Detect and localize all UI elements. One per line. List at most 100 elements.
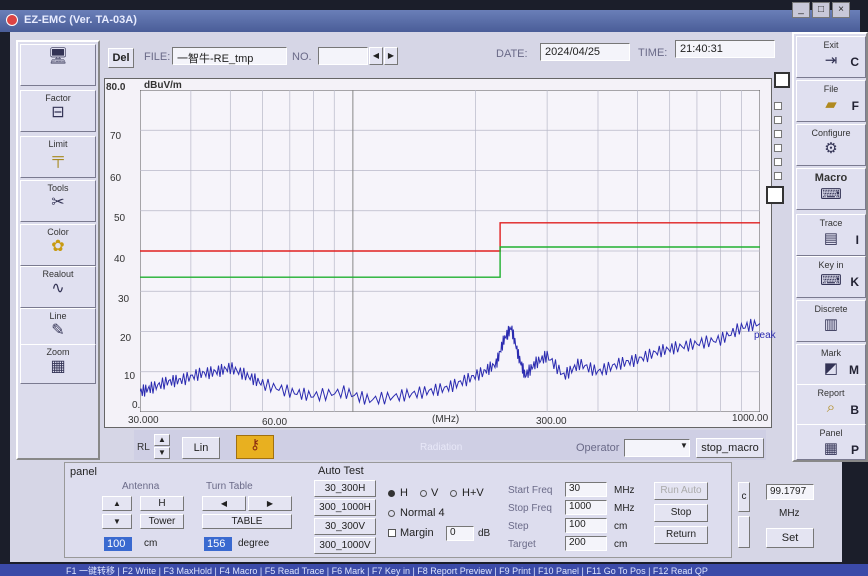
date-field[interactable]: 2024/04/25	[540, 43, 630, 61]
right-tool-exit[interactable]: Exit ⇥ C	[796, 36, 866, 78]
hotkey-letter: F	[851, 99, 859, 113]
radio-v-label: V	[431, 487, 439, 499]
macro-icon: ⌨	[820, 186, 842, 203]
rl-up-button[interactable]: ▲	[154, 434, 170, 446]
minimize-button[interactable]: _	[792, 2, 810, 18]
antenna-up-button[interactable]: ▲	[102, 496, 132, 511]
right-tool-trace[interactable]: Trace ▤ I	[796, 214, 866, 256]
graph-toggle-box[interactable]	[766, 186, 784, 204]
graph-checkbox[interactable]	[774, 158, 782, 166]
turntable-label: Turn Table	[206, 481, 253, 492]
no-next-button[interactable]: ▶	[384, 47, 398, 65]
stop-button[interactable]: Stop	[654, 504, 708, 522]
c-button[interactable]: c	[738, 482, 750, 512]
folder-icon: ▰	[825, 96, 837, 113]
antenna-h-button[interactable]: H	[140, 496, 184, 511]
stop-macro-button[interactable]: stop_macro	[696, 438, 764, 458]
auto-test-button-300-1000v[interactable]: 300_1000V	[314, 537, 376, 554]
zoom-icon: ▦	[50, 358, 66, 375]
left-tool-label: Realout	[42, 269, 74, 279]
target-input[interactable]: 200	[565, 536, 607, 551]
right-tool-panel[interactable]: Panel ▦ P	[796, 424, 866, 460]
right-tool-label: Mark	[821, 348, 841, 358]
left-tool-realout[interactable]: Realout ∿	[20, 266, 96, 308]
graph-title: Radiation	[420, 442, 463, 453]
rl-down-button[interactable]: ▼	[154, 447, 170, 459]
turntable-right-button[interactable]: ▶	[248, 496, 292, 511]
y-tick: 20	[120, 333, 132, 344]
right-tool-configure[interactable]: Configure ⚙	[796, 124, 866, 166]
right-tool-label: Configure	[811, 128, 851, 138]
graph-checkbox[interactable]	[774, 116, 782, 124]
discrete-icon: ▥	[823, 316, 839, 333]
right-tool-report[interactable]: Report ⌕ B	[796, 384, 866, 426]
turntable-angle-value[interactable]: 156	[204, 537, 232, 551]
right-tool-keyin[interactable]: Key in ⌨ K	[796, 256, 866, 298]
target-label: Target	[508, 539, 536, 550]
antenna-tower-button[interactable]: Tower	[140, 514, 184, 529]
right-tool-file[interactable]: File ▰ F	[796, 80, 866, 122]
start-freq-input[interactable]: 30	[565, 482, 607, 497]
radio-h[interactable]	[388, 490, 395, 497]
window-title-bar: EZ-EMC (Ver. TA-03A)	[0, 10, 860, 32]
stop-freq-input[interactable]: 1000	[565, 500, 607, 515]
left-tool-label: Color	[47, 227, 69, 237]
normal-radio[interactable]	[388, 510, 395, 517]
antenna-down-button[interactable]: ▼	[102, 514, 132, 529]
chevron-down-icon: ▼	[680, 441, 688, 450]
radio-hv[interactable]	[450, 490, 457, 497]
right-tool-macro[interactable]: Macro ⌨	[796, 168, 866, 210]
del-button[interactable]: Del	[108, 48, 134, 68]
set-button[interactable]: Set	[766, 528, 814, 548]
normal-label: Normal 4	[400, 507, 445, 519]
radio-v[interactable]	[420, 490, 427, 497]
return-button[interactable]: Return	[654, 526, 708, 544]
graph-checkbox[interactable]	[774, 172, 782, 180]
right-tool-label: Key in	[818, 260, 844, 270]
left-tool-factor[interactable]: Factor ⊟	[20, 90, 96, 132]
no-field[interactable]	[318, 47, 368, 65]
freq-side-button[interactable]	[738, 516, 750, 548]
time-field[interactable]: 21:40:31	[675, 40, 775, 58]
realout-icon: ∿	[51, 280, 65, 297]
left-tool-label: Line	[49, 311, 67, 321]
key-icon[interactable]: ⚷	[236, 435, 274, 459]
margin-checkbox[interactable]	[388, 529, 396, 537]
graph-checkbox[interactable]	[774, 102, 782, 110]
left-tool-limit[interactable]: Limit ╤	[20, 136, 96, 178]
graph-checkbox[interactable]	[774, 144, 782, 152]
margin-unit: dB	[478, 528, 491, 539]
tools-icon: ✂	[51, 194, 65, 211]
turntable-unit: degree	[238, 538, 270, 549]
configure-icon: ⚙	[824, 140, 838, 157]
maximize-button[interactable]: □	[812, 2, 830, 18]
left-tool-zoom[interactable]: Zoom ▦	[20, 344, 96, 384]
antenna-height-value[interactable]: 100	[104, 537, 132, 551]
run-auto-button[interactable]: Run Auto	[654, 482, 708, 500]
graph-toggle-box[interactable]	[774, 72, 790, 88]
function-key-bar: F1 一键转移 | F2 Write | F3 MaxHold | F4 Mac…	[0, 564, 868, 576]
no-prev-button[interactable]: ◀	[369, 47, 383, 65]
file-field[interactable]: 一智牛-RE_tmp	[172, 47, 287, 65]
frequency-input[interactable]: 99.1797	[766, 484, 814, 500]
close-button[interactable]: ×	[832, 2, 850, 18]
step-input[interactable]: 100	[565, 518, 607, 533]
auto-test-button-30-300h[interactable]: 30_300H	[314, 480, 376, 497]
right-tool-discrete[interactable]: Discrete ▥	[796, 300, 866, 342]
graph-checkbox[interactable]	[774, 130, 782, 138]
turntable-table-button[interactable]: TABLE	[202, 514, 292, 529]
right-tool-mark[interactable]: Mark ◩ M	[796, 344, 866, 386]
left-tool-computer[interactable]: 🖥	[20, 44, 96, 86]
margin-input[interactable]: 0	[446, 526, 474, 541]
mark-icon: ◩	[823, 360, 839, 377]
left-tool-tools[interactable]: Tools ✂	[20, 180, 96, 222]
hotkey-letter: B	[850, 403, 859, 417]
auto-test-button-30-300v[interactable]: 30_300V	[314, 518, 376, 535]
auto-test-button-300-1000h[interactable]: 300_1000H	[314, 499, 376, 516]
panel-icon: ▦	[823, 440, 839, 457]
y-tick: 30	[118, 294, 130, 305]
keyboard-icon: ⌨	[820, 272, 842, 289]
lin-button[interactable]: Lin	[182, 437, 220, 459]
turntable-left-button[interactable]: ◀	[202, 496, 246, 511]
left-tool-color[interactable]: Color ✿	[20, 224, 96, 266]
